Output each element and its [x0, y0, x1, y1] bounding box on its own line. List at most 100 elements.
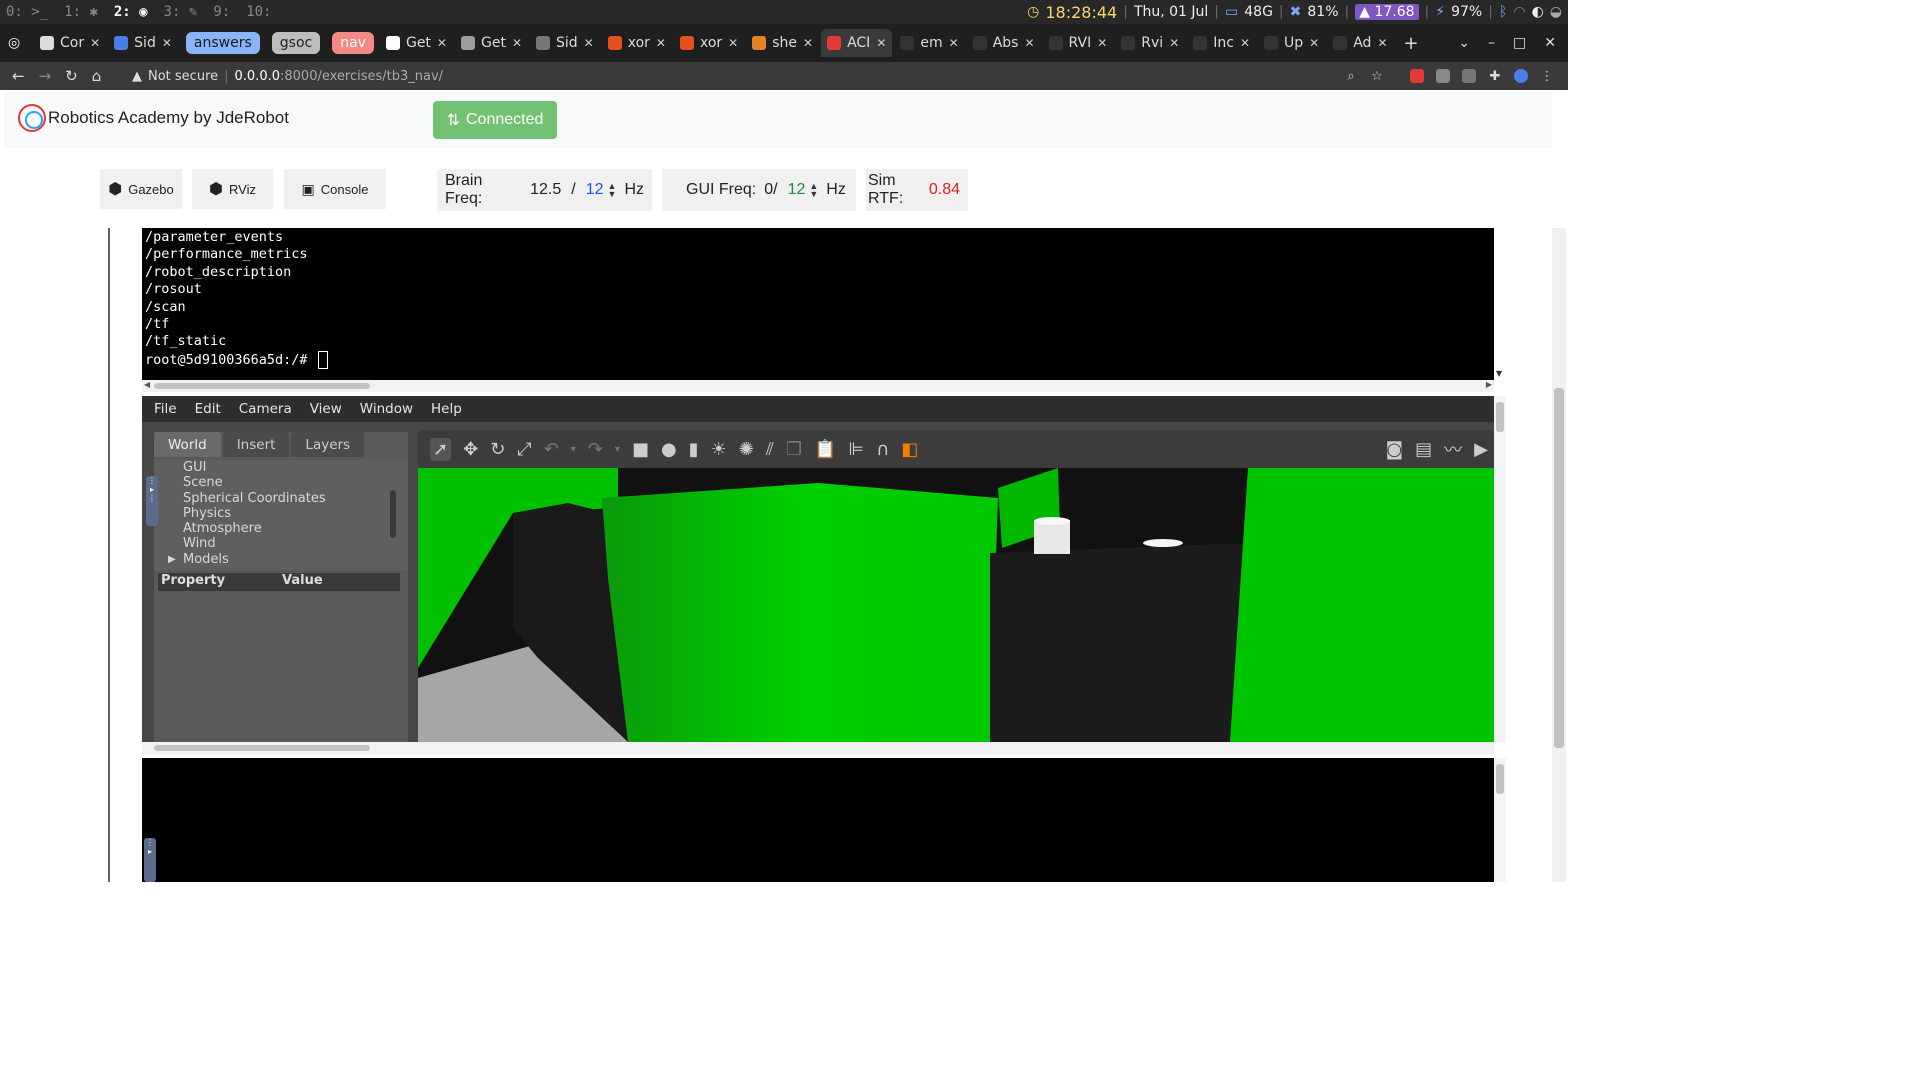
puzzle-icon[interactable]: ✚ [1488, 69, 1502, 84]
bottom-vertical-scrollbar[interactable] [1494, 758, 1506, 882]
box-shape-icon[interactable]: ■ [632, 439, 649, 460]
undo-dropdown-icon[interactable]: ▾ [571, 444, 576, 455]
forward-icon[interactable]: → [39, 67, 52, 85]
align-icon[interactable]: ⊫ [848, 439, 864, 460]
tab-search-icon[interactable]: ⌄ [1458, 35, 1470, 51]
tree-item-models[interactable]: ▶ Models [154, 552, 408, 567]
tab-close-icon[interactable]: ✕ [1377, 36, 1387, 50]
tab-group-answers[interactable]: answers [185, 32, 260, 54]
browser-tab[interactable]: Get ✕ [455, 29, 528, 57]
browser-tab[interactable]: Rvi ✕ [1115, 29, 1185, 57]
plot-icon[interactable]: 〰 [1444, 436, 1462, 462]
panel-collapse-handle[interactable]: ⋮ ▸ ⋮ [146, 476, 158, 526]
gui-freq-target[interactable]: 12 [788, 181, 806, 199]
menu-kebab-icon[interactable]: ⋮ [1540, 69, 1554, 84]
view-angle-icon[interactable]: ◧ [901, 439, 918, 460]
gazebo-horizontal-scrollbar[interactable] [142, 742, 1494, 754]
cylinder-shape-icon[interactable]: ▮ [689, 439, 699, 460]
redo-dropdown-icon[interactable]: ▾ [615, 444, 620, 455]
connected-button[interactable]: ⇅ Connected [433, 101, 557, 139]
tab-close-icon[interactable]: ✕ [876, 36, 886, 50]
tab-close-icon[interactable]: ✕ [803, 36, 813, 50]
brain-freq-spinner[interactable]: ▲ ▼ [608, 182, 617, 199]
browser-tab[interactable]: Sid ✕ [530, 29, 600, 57]
tab-insert[interactable]: Insert [222, 432, 290, 457]
gazebo-3d-viewport[interactable] [418, 468, 1494, 742]
tree-item-atmosphere[interactable]: Atmosphere [154, 521, 408, 536]
browser-tab[interactable]: Ad ✕ [1327, 29, 1393, 57]
wifi-icon[interactable]: ◠ [1513, 4, 1525, 20]
browser-tab[interactable]: Sid ✕ [108, 29, 178, 57]
terminal-horizontal-scrollbar[interactable]: ◀ ▶ [142, 380, 1494, 392]
copy-icon[interactable]: ❐ [786, 439, 802, 460]
tab-close-icon[interactable]: ✕ [949, 36, 959, 50]
whatsapp-icon[interactable]: ◎ [8, 35, 34, 51]
directional-light-icon[interactable]: ⫽ [766, 439, 774, 460]
ros-terminal[interactable]: /parameter_events/performance_metrics/ro… [142, 228, 1494, 380]
sphere-shape-icon[interactable]: ● [661, 439, 677, 460]
tree-item-gui[interactable]: GUI [154, 460, 408, 475]
workspace-2[interactable]: 2: ◉ [114, 4, 148, 20]
tab-close-icon[interactable]: ✕ [1240, 36, 1250, 50]
page-vertical-scrollbar[interactable] [1552, 228, 1566, 882]
workspace-0[interactable]: 0: >_ [6, 4, 48, 20]
redo-icon[interactable]: ↷ [588, 439, 603, 460]
back-icon[interactable]: ← [12, 67, 25, 85]
browser-tab[interactable]: xor ✕ [674, 29, 744, 57]
spot-light-icon[interactable]: ✺ [739, 439, 754, 460]
tab-close-icon[interactable]: ✕ [512, 36, 522, 50]
minimize-icon[interactable]: – [1488, 35, 1495, 51]
rotate-mode-icon[interactable]: ↻ [490, 439, 505, 460]
paste-icon[interactable]: 📋 [814, 439, 836, 460]
expand-arrow-icon[interactable]: ▶ [168, 552, 176, 567]
snap-magnet-icon[interactable]: ∩ [876, 439, 889, 460]
menu-edit[interactable]: Edit [195, 401, 221, 417]
reload-icon[interactable]: ↻ [65, 67, 78, 85]
tree-item-physics[interactable]: Physics [154, 506, 408, 521]
gazebo-vertical-scrollbar[interactable] [1494, 396, 1506, 742]
menu-file[interactable]: File [154, 401, 177, 417]
close-window-icon[interactable]: ✕ [1544, 35, 1556, 51]
zoom-icon[interactable]: ⌕ [1344, 69, 1358, 84]
brand[interactable]: Robotics Academy by JdeRobot [18, 104, 289, 132]
tab-close-icon[interactable]: ✕ [1097, 36, 1107, 50]
scrollbar-thumb[interactable] [154, 745, 370, 751]
scrollbar-thumb[interactable] [1496, 402, 1504, 432]
maximize-icon[interactable]: □ [1513, 35, 1526, 51]
scale-mode-icon[interactable]: ⤢ [517, 439, 531, 460]
tab-close-icon[interactable]: ✕ [162, 36, 172, 50]
video-record-icon[interactable]: ▶ [1474, 439, 1488, 460]
browser-tab[interactable]: Cor ✕ [34, 29, 106, 57]
scrollbar-thumb[interactable] [1496, 764, 1504, 794]
browser-tab[interactable]: Get ✕ [380, 29, 453, 57]
bookmark-star-icon[interactable]: ☆ [1370, 69, 1384, 84]
profile-avatar[interactable] [1514, 69, 1528, 83]
console-button[interactable]: ▣ Console [284, 169, 386, 209]
tab-group-gsoc[interactable]: gsoc [271, 32, 321, 54]
panel-collapse-handle[interactable]: ⋮ ▸ [144, 838, 156, 882]
tab-layers[interactable]: Layers [291, 432, 365, 457]
browser-tab[interactable]: she ✕ [746, 29, 819, 57]
menu-camera[interactable]: Camera [239, 401, 292, 417]
log-icon[interactable]: ▤ [1415, 439, 1432, 460]
new-tab-icon[interactable]: + [1404, 33, 1419, 54]
point-light-icon[interactable]: ☀ [711, 439, 727, 460]
browser-tab[interactable]: ACI ✕ [821, 29, 893, 57]
screenshot-camera-icon[interactable]: ◙ [1386, 439, 1403, 460]
scrollbar-thumb[interactable] [154, 383, 370, 389]
tab-close-icon[interactable]: ✕ [728, 36, 738, 50]
browser-tab[interactable]: RVI ✕ [1043, 29, 1114, 57]
workspace-1[interactable]: 1: ✱ [64, 4, 98, 20]
browser-tab[interactable]: em ✕ [894, 29, 964, 57]
workspace-3[interactable]: 3: ✎ [164, 4, 198, 20]
tab-world[interactable]: World [154, 432, 221, 457]
undo-icon[interactable]: ↶ [544, 439, 559, 460]
rviz-button[interactable]: ⬢ RViz [192, 169, 273, 209]
tree-item-scene[interactable]: Scene [154, 475, 408, 490]
tab-close-icon[interactable]: ✕ [1309, 36, 1319, 50]
tab-close-icon[interactable]: ✕ [437, 36, 447, 50]
tab-close-icon[interactable]: ✕ [656, 36, 666, 50]
browser-tab[interactable]: Abs ✕ [967, 29, 1041, 57]
menu-help[interactable]: Help [431, 401, 462, 417]
terminal-vertical-scrollbar[interactable]: ▼ [1494, 228, 1506, 380]
